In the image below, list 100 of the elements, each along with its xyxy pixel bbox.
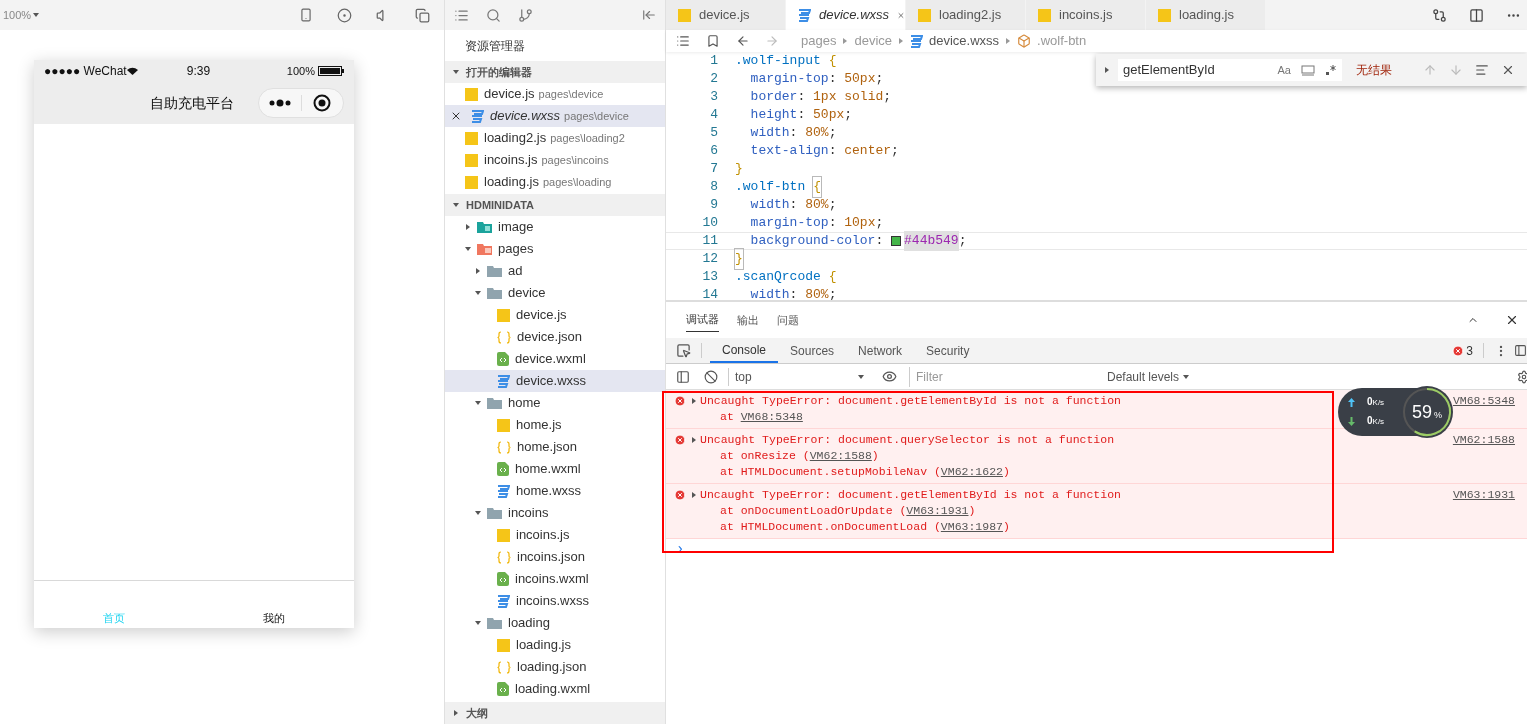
caret-icon[interactable] (1183, 373, 1190, 380)
tree-item[interactable]: loading.wxml (445, 678, 665, 700)
caret-icon[interactable] (475, 620, 481, 626)
target-icon[interactable] (313, 94, 331, 112)
context-select[interactable]: top (728, 367, 868, 386)
tree-item[interactable]: device.wxml (445, 348, 665, 370)
tree-item[interactable]: loading.json (445, 656, 665, 678)
tree-item[interactable]: loading.js (445, 634, 665, 656)
open-editor-item[interactable]: device.js pages\device (445, 83, 665, 105)
match-case-toggle[interactable]: Aa (1277, 61, 1291, 79)
caret-icon[interactable] (475, 510, 481, 516)
tree-item[interactable]: incoins.wxml (445, 568, 665, 590)
tree-item[interactable]: device (445, 282, 665, 304)
editor-tab[interactable]: device.js (666, 0, 786, 30)
bookmark-icon[interactable] (706, 34, 720, 48)
error-count[interactable]: 3 (1466, 341, 1473, 360)
panel-tab[interactable]: 问题 (777, 308, 799, 332)
compare-icon[interactable] (1432, 7, 1447, 23)
devtools-tab[interactable]: Security (914, 338, 982, 363)
caret-icon[interactable] (475, 268, 481, 274)
split-icon[interactable] (1469, 7, 1484, 23)
caret-icon[interactable] (858, 373, 864, 380)
caret-icon[interactable] (465, 246, 471, 252)
list-icon[interactable] (676, 34, 690, 48)
tree-item[interactable]: home (445, 392, 665, 414)
back-icon[interactable] (736, 34, 750, 48)
source-link[interactable]: VM62:1588 (1452, 432, 1515, 480)
windows-icon[interactable] (415, 7, 430, 23)
collapse-icon[interactable] (642, 8, 656, 22)
tree-item[interactable]: home.wxml (445, 458, 665, 480)
devtools-tab[interactable]: Console (710, 338, 779, 363)
regex-icon[interactable] (1325, 64, 1337, 76)
tree-item[interactable]: home.wxss (445, 480, 665, 502)
find-field[interactable]: getElementById Aa (1118, 59, 1342, 81)
editor-tab[interactable]: loading2.js (906, 0, 1026, 30)
tree-item[interactable]: device.json (445, 326, 665, 348)
close-icon[interactable] (450, 110, 462, 122)
tree-item[interactable]: loading (445, 612, 665, 634)
search-icon[interactable] (486, 7, 501, 23)
editor-tab[interactable]: device.wxss (786, 0, 906, 30)
caret-icon[interactable] (33, 12, 40, 18)
levels-dropdown[interactable]: Default levels (1107, 367, 1190, 386)
expand-icon[interactable] (691, 437, 697, 443)
capsule-button[interactable] (258, 88, 344, 118)
open-editor-item[interactable]: incoins.js pages\incoins (445, 149, 665, 171)
source-link[interactable]: VM62:1622 (940, 465, 1003, 478)
section-header[interactable]: HDMINIDATA (445, 194, 665, 216)
source-link[interactable]: VM68:5348 (740, 410, 803, 423)
caret-icon[interactable] (453, 202, 459, 208)
tree-item[interactable]: ad (445, 260, 665, 282)
settings-icon[interactable] (1517, 369, 1527, 384)
caret-icon[interactable] (475, 400, 481, 406)
open-editor-item[interactable]: loading2.js pages\loading2 (445, 127, 665, 149)
editor-tab[interactable]: incoins.js (1026, 0, 1146, 30)
panel-tab[interactable]: 输出 (737, 308, 759, 332)
list-icon[interactable] (454, 7, 469, 23)
editor-tab[interactable]: loading.js (1146, 0, 1266, 30)
section-header[interactable]: 大纲 (445, 702, 665, 724)
inspect-icon[interactable] (676, 343, 691, 358)
more-dots-icon[interactable] (269, 99, 291, 107)
tree-item[interactable]: image (445, 216, 665, 238)
expand-icon[interactable] (1104, 67, 1110, 73)
tree-item[interactable]: home.json (445, 436, 665, 458)
tab-bar-item[interactable]: 我的 (194, 609, 354, 626)
expand-icon[interactable] (691, 492, 697, 498)
section-header[interactable]: 打开的编辑器 (445, 61, 665, 83)
phone-icon[interactable] (299, 8, 313, 22)
selection-icon[interactable] (1475, 63, 1489, 77)
close-icon[interactable] (1505, 313, 1519, 327)
open-editor-item[interactable]: device.wxss pages\device (445, 105, 665, 127)
source-link[interactable]: VM63:1931 (1452, 487, 1515, 535)
eye-icon[interactable] (882, 369, 897, 384)
open-editor-item[interactable]: loading.js pages\loading (445, 171, 665, 193)
sidebar-icon[interactable] (676, 369, 690, 384)
devtools-tab[interactable]: Sources (778, 338, 847, 363)
tree-item[interactable]: home.js (445, 414, 665, 436)
panel-tab[interactable]: 调试器 (686, 308, 719, 332)
expand-icon[interactable] (691, 398, 697, 404)
devtools-tab[interactable]: Network (846, 338, 915, 363)
breadcrumb-item[interactable]: device.wxss (910, 31, 1000, 51)
tree-item[interactable]: device.js (445, 304, 665, 326)
dock-icon[interactable] (1514, 344, 1527, 357)
clear-icon[interactable] (704, 369, 718, 384)
tree-item[interactable]: incoins.wxss (445, 590, 665, 612)
source-link[interactable]: VM62:1588 (809, 449, 872, 462)
tree-item[interactable]: incoins.js (445, 524, 665, 546)
source-link[interactable]: VM63:1987 (940, 520, 1003, 533)
caret-icon[interactable] (465, 224, 471, 230)
branch-icon[interactable] (518, 7, 533, 23)
source-link[interactable]: VM68:5348 (1452, 393, 1515, 425)
tree-item[interactable]: device.wxss (445, 370, 665, 392)
tree-item[interactable]: incoins.json (445, 546, 665, 568)
caret-icon[interactable] (453, 710, 459, 716)
record-icon[interactable] (337, 7, 352, 23)
caret-icon[interactable] (475, 290, 481, 296)
caret-icon[interactable] (453, 69, 459, 75)
close-icon[interactable] (1501, 63, 1515, 77)
tree-item[interactable]: incoins (445, 502, 665, 524)
tree-item[interactable]: pages (445, 238, 665, 260)
source-link[interactable]: VM63:1931 (906, 504, 969, 517)
